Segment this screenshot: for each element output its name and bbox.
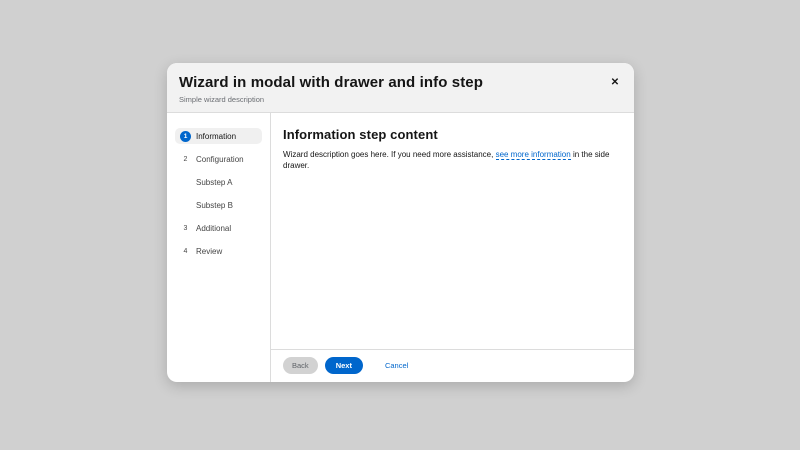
see-more-information-link[interactable]: see more information (495, 150, 571, 160)
wizard-step-substep-a[interactable]: Substep A (175, 174, 262, 190)
step-label: Configuration (196, 154, 244, 164)
step-number: 3 (183, 224, 188, 232)
step-label: Review (196, 246, 223, 256)
next-button[interactable]: Next (324, 356, 363, 374)
close-icon[interactable]: ✕ (607, 75, 623, 91)
step-number: 1 (180, 130, 191, 142)
wizard-modal: Wizard in modal with drawer and info ste… (167, 63, 634, 382)
step-label: Substep A (196, 177, 233, 187)
wizard-step-information[interactable]: 1 Information (175, 128, 262, 144)
modal-title: Wizard in modal with drawer and info ste… (179, 74, 483, 91)
step-label: Information (196, 131, 237, 141)
back-button[interactable]: Back (283, 356, 318, 374)
step-label: Additional (196, 223, 232, 233)
step-number (180, 200, 191, 211)
content-text-before: Wizard description goes here. If you nee… (283, 150, 496, 159)
step-label: Substep B (196, 200, 233, 210)
wizard-footer: Back Next Cancel (271, 348, 634, 383)
modal-description: Simple wizard description (179, 95, 265, 104)
step-number: 4 (183, 247, 188, 255)
wizard-step-nav: 1 Information 2 Configuration Substep A … (167, 113, 271, 382)
step-number: 2 (183, 155, 188, 163)
step-number (180, 177, 191, 188)
wizard-step-substep-b[interactable]: Substep B (175, 197, 262, 213)
content-heading: Information step content (283, 127, 438, 142)
wizard-step-configuration[interactable]: 2 Configuration (175, 151, 262, 167)
modal-body: 1 Information 2 Configuration Substep A … (167, 113, 634, 382)
modal-header: Wizard in modal with drawer and info ste… (167, 63, 634, 113)
wizard-main: Information step content Wizard descript… (271, 113, 634, 382)
wizard-step-additional[interactable]: 3 Additional (175, 220, 262, 236)
content-text: Wizard description goes here. If you nee… (283, 149, 622, 171)
cancel-button[interactable]: Cancel (381, 357, 412, 375)
wizard-step-review[interactable]: 4 Review (175, 243, 262, 259)
step-content: Information step content Wizard descript… (271, 113, 634, 349)
